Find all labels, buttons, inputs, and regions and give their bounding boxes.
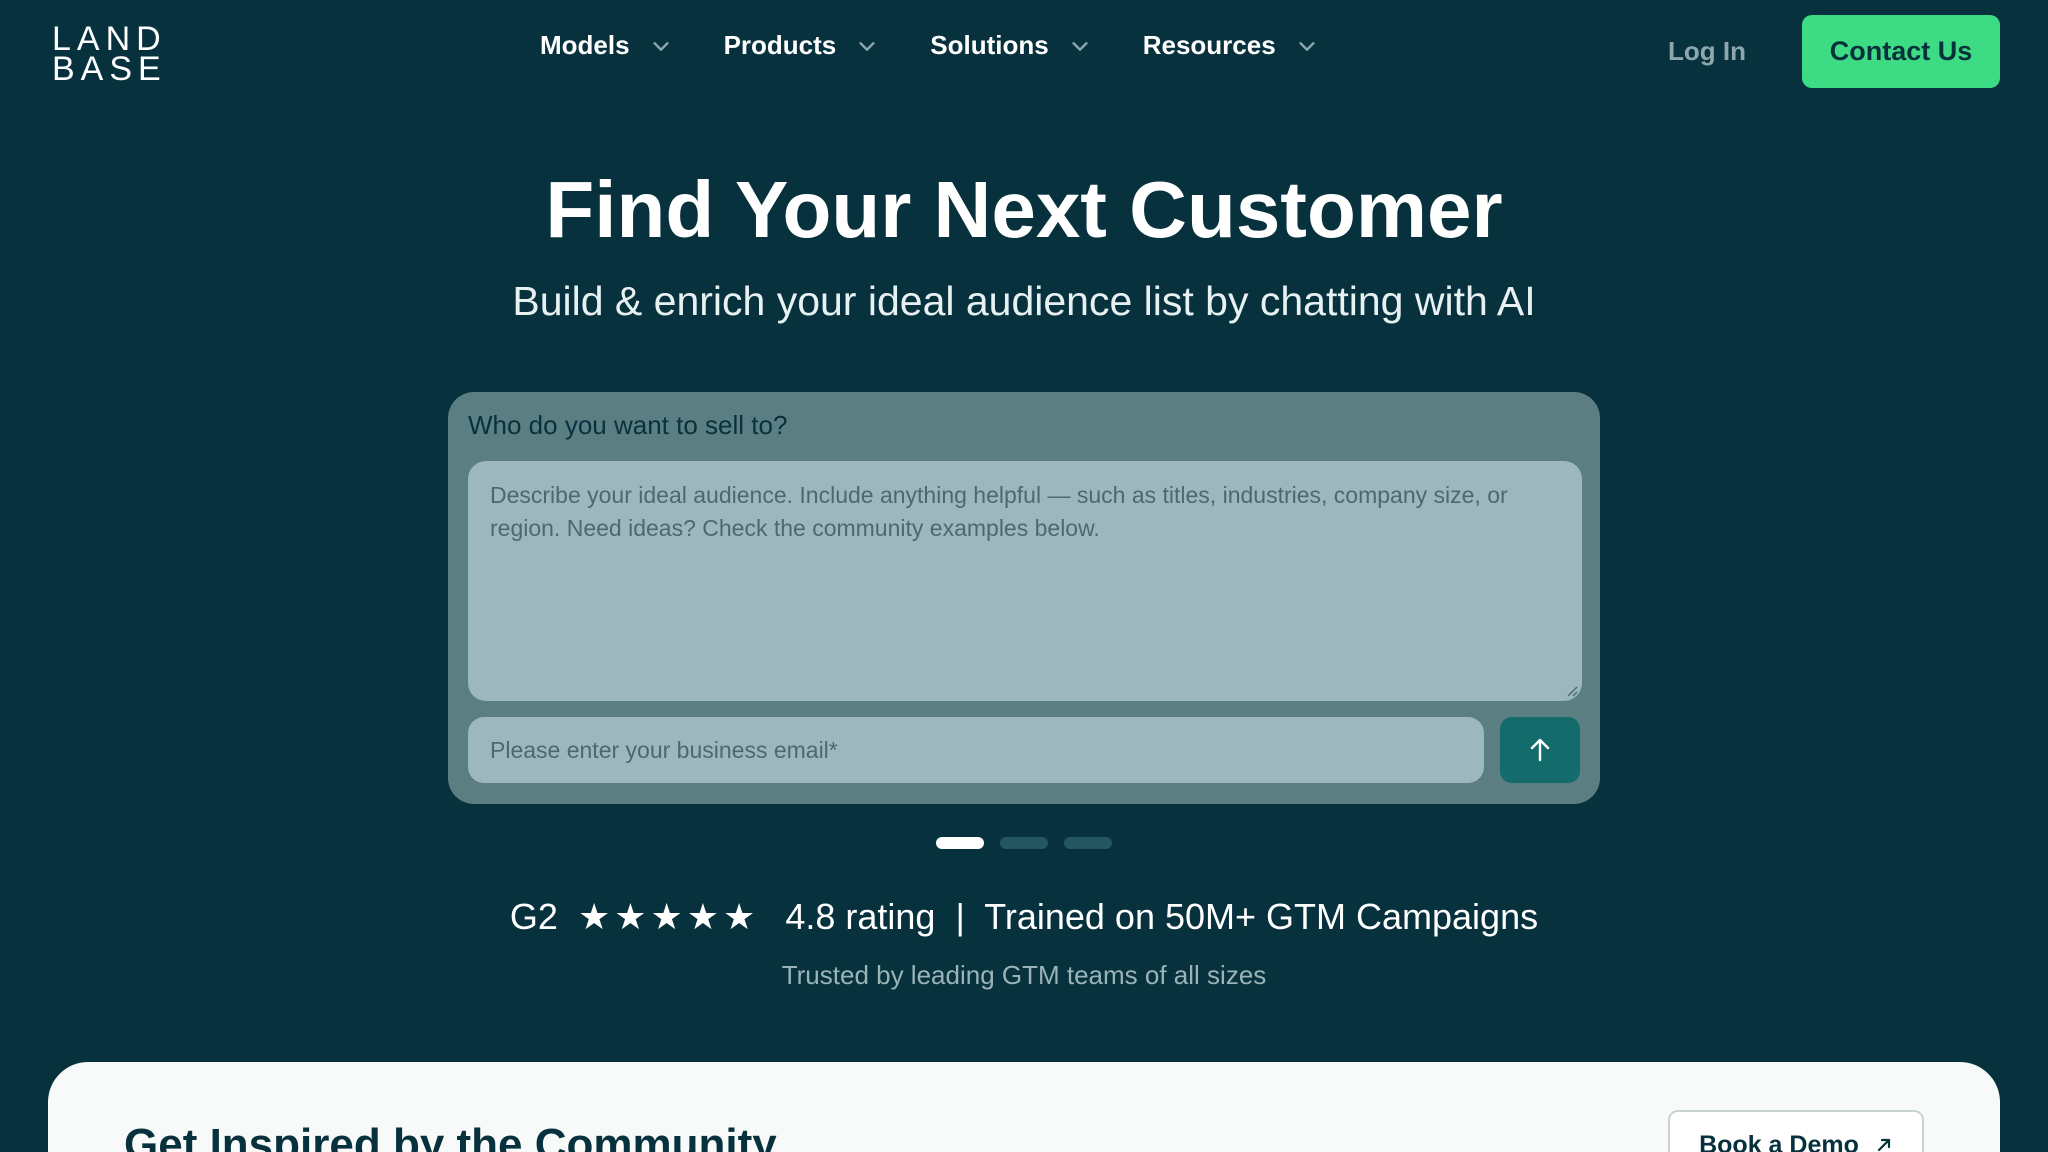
landing-page: LAND BASE Models Products Solutions Reso…: [0, 0, 2048, 1152]
audience-form-card: Who do you want to sell to? Describe you…: [448, 392, 1600, 804]
hero-title: Find Your Next Customer: [545, 165, 1503, 254]
nav-item-models[interactable]: Models: [540, 30, 672, 61]
chevron-down-icon: [1072, 41, 1088, 51]
audience-description-textarea[interactable]: Describe your ideal audience. Include an…: [468, 461, 1582, 701]
contact-us-button[interactable]: Contact Us: [1802, 15, 2000, 88]
nav-item-label: Models: [540, 30, 630, 60]
nav-item-products[interactable]: Products: [724, 30, 879, 61]
community-section: Get Inspired by the Community Book a Dem…: [48, 1062, 2000, 1152]
nav-item-label: Solutions: [930, 30, 1049, 60]
external-link-icon: [1877, 1138, 1890, 1152]
rating-value: 4.8 rating: [785, 896, 936, 937]
g2-label: G2: [509, 896, 558, 937]
nav-item-label: Products: [723, 30, 837, 60]
nav-item-solutions[interactable]: Solutions: [930, 30, 1090, 61]
rating-tagline: Trained on 50M+ GTM Campaigns: [984, 896, 1539, 937]
carousel-dot-1[interactable]: [936, 837, 984, 849]
rating-separator: |: [955, 896, 965, 937]
chevron-down-icon: [859, 41, 875, 51]
chevron-down-icon: [652, 41, 669, 51]
textarea-placeholder: Describe your ideal audience. Include an…: [490, 482, 1508, 541]
carousel-dot-2[interactable]: [1000, 837, 1048, 849]
nav-item-label: Resources: [1142, 30, 1276, 60]
hero-subtitle: Build & enrich your ideal audience list …: [512, 278, 1536, 324]
top-navbar: LAND BASE Models Products Solutions Reso…: [0, 0, 2048, 104]
carousel-dot-3[interactable]: [1064, 837, 1112, 849]
book-demo-label: Book a Demo: [1699, 1130, 1859, 1152]
star-rating-icon: ★★★★★: [577, 896, 760, 937]
arrow-up-icon: [1530, 738, 1550, 762]
business-email-input[interactable]: Please enter your business email*: [468, 717, 1484, 783]
login-link[interactable]: Log In: [1668, 36, 1746, 67]
form-label: Who do you want to sell to?: [468, 410, 788, 440]
landbase-logo[interactable]: LAND BASE: [52, 22, 167, 88]
book-demo-button[interactable]: Book a Demo: [1668, 1110, 1924, 1152]
rating-line: G2 ★★★★★ 4.8 rating | Trained on 50M+ GT…: [0, 896, 2048, 938]
email-placeholder: Please enter your business email*: [490, 736, 838, 763]
trusted-by-text: Trusted by leading GTM teams of all size…: [781, 960, 1267, 990]
nav-menu: Models Products Solutions Resources: [540, 30, 1370, 61]
carousel-dots: [936, 837, 1128, 849]
nav-item-resources[interactable]: Resources: [1143, 30, 1318, 61]
resize-handle-icon[interactable]: [1564, 683, 1578, 697]
logo-line-2: BASE: [52, 50, 167, 88]
chevron-down-icon: [1299, 41, 1315, 51]
send-button[interactable]: [1500, 717, 1580, 783]
community-title: Get Inspired by the Community: [124, 1120, 777, 1152]
